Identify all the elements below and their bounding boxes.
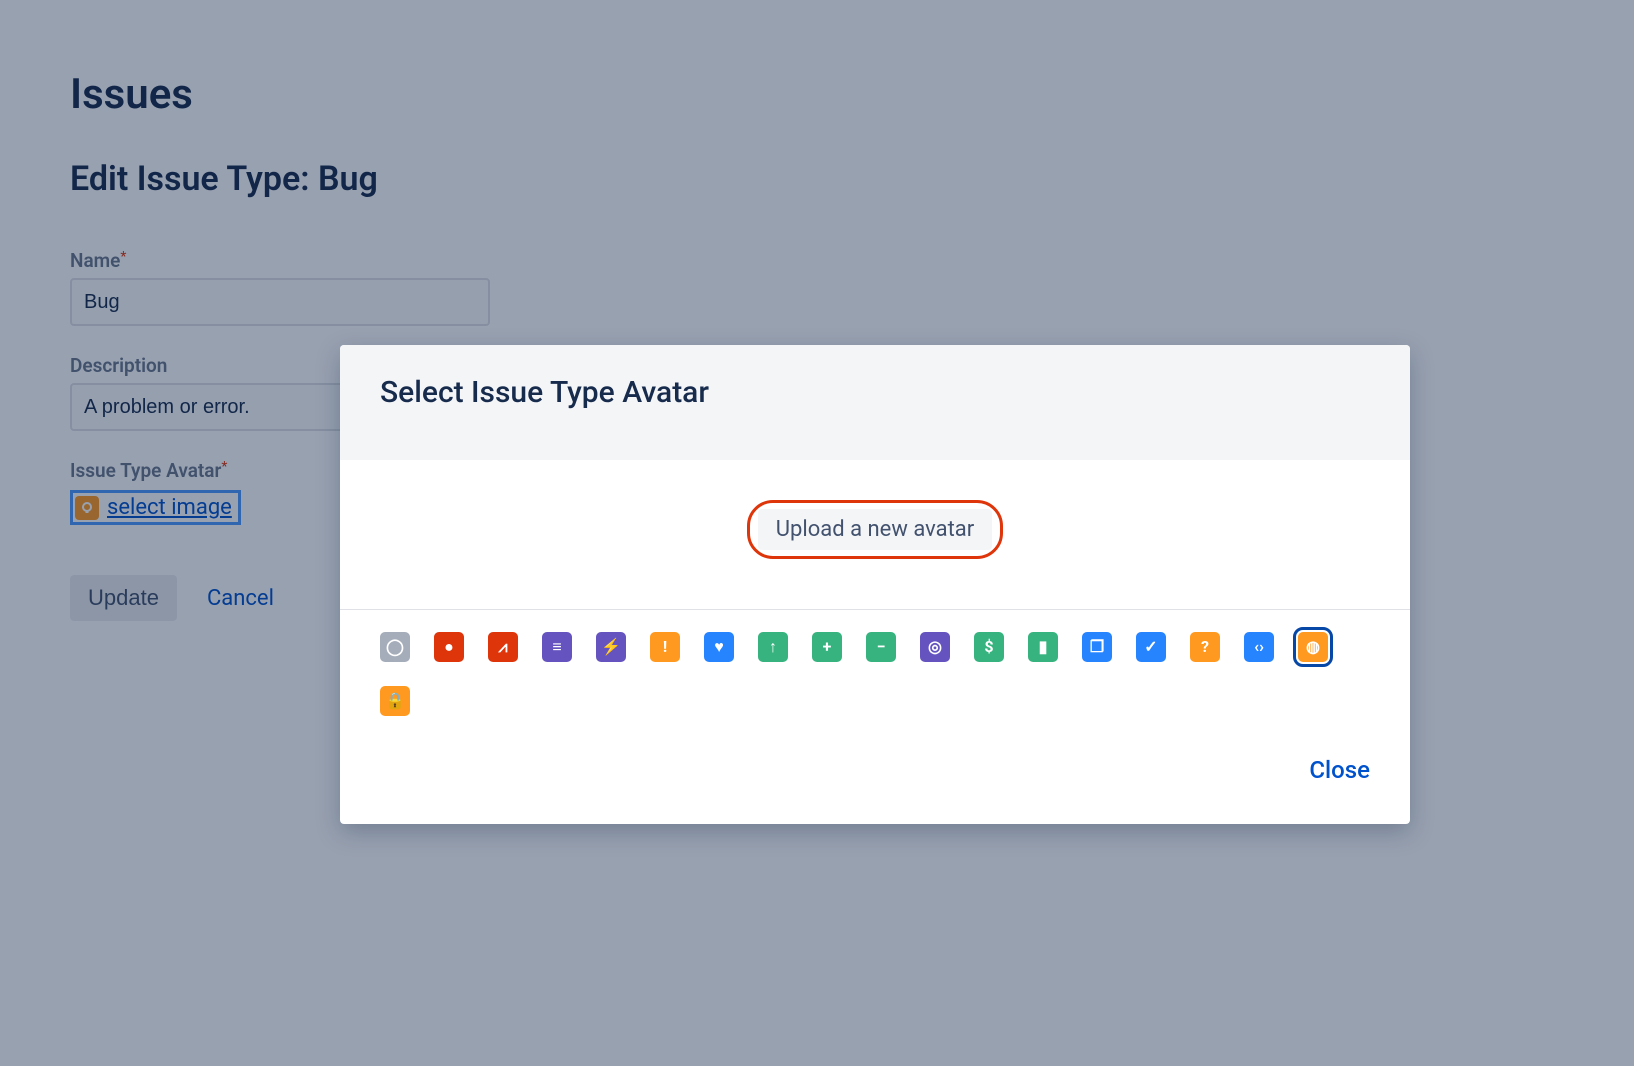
heart-icon-glyph: ♥: [714, 639, 724, 655]
heart-icon[interactable]: ♥: [704, 632, 734, 662]
check-icon[interactable]: ✓: [1136, 632, 1166, 662]
question-icon[interactable]: ?: [1190, 632, 1220, 662]
warning-icon[interactable]: !: [650, 632, 680, 662]
bolt-icon[interactable]: ⚡: [596, 632, 626, 662]
copy-icon-glyph: ❐: [1090, 639, 1104, 655]
target-icon-glyph: ◎: [928, 639, 942, 655]
pulse-icon-glyph: ⩘: [498, 639, 507, 655]
dollar-icon[interactable]: $: [974, 632, 1004, 662]
code-icon-glyph: ‹›: [1254, 639, 1264, 655]
circle-icon[interactable]: ◯: [380, 632, 410, 662]
check-icon-glyph: ✓: [1144, 639, 1157, 655]
dialog-upload-area: Upload a new avatar: [340, 460, 1410, 609]
warning-icon-glyph: !: [663, 639, 667, 655]
arrow-up-icon-glyph: ↑: [769, 639, 777, 655]
question-icon-glyph: ?: [1201, 639, 1209, 655]
dollar-icon-glyph: $: [984, 639, 993, 655]
bolt-icon-glyph: ⚡: [601, 639, 621, 655]
avatar-dialog: Select Issue Type Avatar Upload a new av…: [340, 345, 1410, 824]
bookmark-icon[interactable]: ▮: [1028, 632, 1058, 662]
lines-icon-glyph: ≡: [552, 639, 561, 655]
plus-icon[interactable]: +: [812, 632, 842, 662]
record-icon[interactable]: ●: [434, 632, 464, 662]
bulb-icon[interactable]: ◍: [1298, 632, 1328, 662]
circle-icon-glyph: ◯: [386, 639, 404, 655]
close-button[interactable]: Close: [1309, 756, 1370, 784]
arrow-up-icon[interactable]: ↑: [758, 632, 788, 662]
minus-icon-glyph: −: [877, 639, 886, 655]
upload-avatar-button[interactable]: Upload a new avatar: [758, 509, 992, 550]
avatar-grid: ◯ ● ⩘ ≡ ⚡! ♥ ↑ + − ◎ $ ▮ ❐ ✓? ‹› ◍ 🔒: [340, 610, 1410, 726]
lock-icon[interactable]: 🔒: [380, 686, 410, 716]
minus-icon[interactable]: −: [866, 632, 896, 662]
bookmark-icon-glyph: ▮: [1039, 639, 1048, 655]
plus-icon-glyph: +: [823, 639, 832, 655]
record-icon-glyph: ●: [444, 639, 454, 655]
pulse-icon[interactable]: ⩘: [488, 632, 518, 662]
dialog-header: Select Issue Type Avatar: [340, 345, 1410, 460]
copy-icon[interactable]: ❐: [1082, 632, 1112, 662]
lines-icon[interactable]: ≡: [542, 632, 572, 662]
dialog-title: Select Issue Type Avatar: [380, 375, 1370, 410]
upload-highlight: Upload a new avatar: [747, 500, 1003, 559]
code-icon[interactable]: ‹›: [1244, 632, 1274, 662]
dialog-footer: Close: [340, 726, 1410, 824]
lock-icon-glyph: 🔒: [385, 693, 405, 709]
target-icon[interactable]: ◎: [920, 632, 950, 662]
bulb-icon-glyph: ◍: [1306, 639, 1320, 655]
